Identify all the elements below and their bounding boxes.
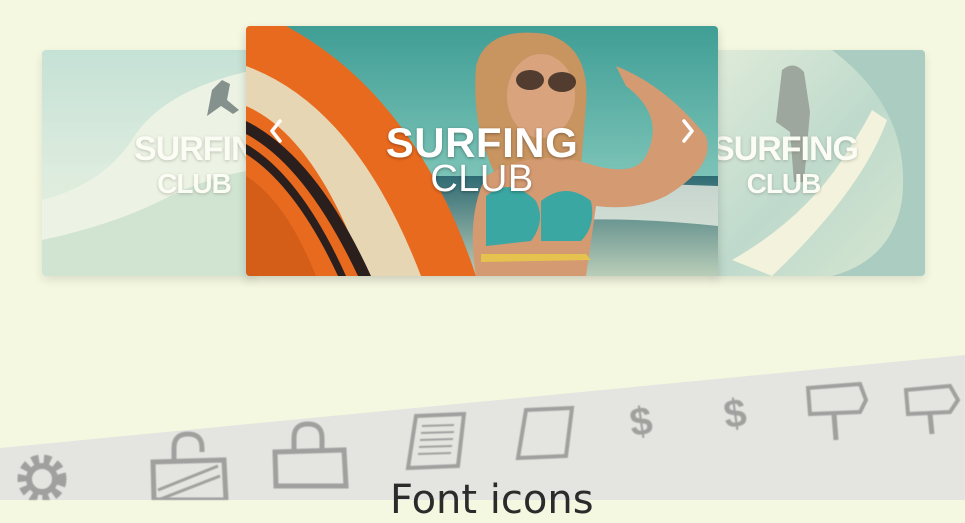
slide-title-line2: CLUB	[430, 158, 534, 200]
scroll-icon	[515, 405, 575, 461]
slide-title-line1: SURFING	[712, 130, 859, 168]
font-icons-panel: $ $	[0, 300, 965, 500]
chevron-left-icon	[270, 119, 282, 143]
slide-title-line2: CLUB	[157, 168, 232, 199]
signpost-icon	[805, 381, 869, 441]
slide-title-line2: CLUB	[746, 168, 822, 199]
gear-icon	[17, 454, 67, 500]
carousel-slide-active[interactable]: SURFING CLUB	[246, 26, 718, 276]
chevron-right-icon	[682, 119, 694, 143]
unlocked-padlock-icon	[150, 431, 229, 500]
image-carousel: SURFING CLUB SURFING CLUB	[0, 0, 965, 300]
panel-heading: Font icons	[390, 477, 594, 523]
slide-title-line1: SURFING	[134, 130, 254, 168]
padlock-icon	[272, 421, 349, 489]
carousel-next-button[interactable]	[674, 113, 702, 149]
carousel-prev-button[interactable]	[262, 113, 290, 149]
signpost-icon	[903, 383, 961, 435]
scroll-document-icon	[405, 411, 467, 471]
carousel-slide-left[interactable]: SURFING CLUB	[42, 50, 254, 276]
carousel-slide-right[interactable]: SURFING CLUB	[712, 50, 925, 276]
